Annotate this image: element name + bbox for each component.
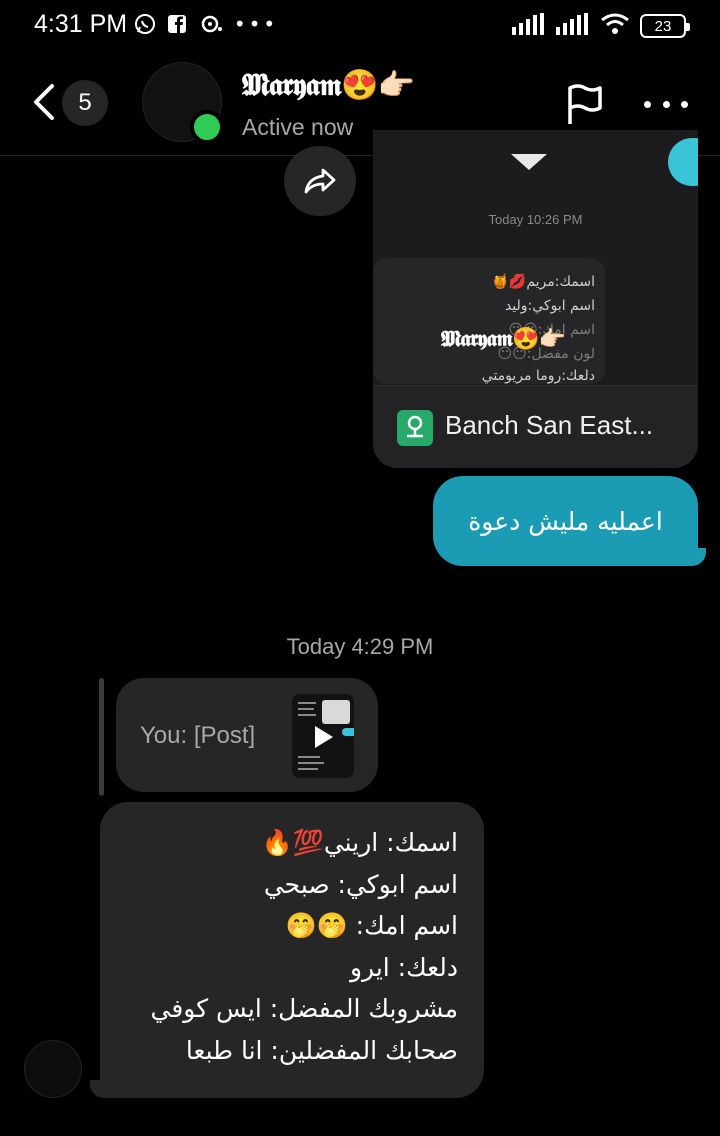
message-line: اسم ابوكي: صبحي <box>263 869 458 899</box>
thumb-line <box>298 756 320 758</box>
back-button[interactable] <box>26 78 66 126</box>
share-forward-icon <box>304 168 336 194</box>
post-location-row[interactable]: Banch San East... <box>373 385 698 468</box>
thumb-teal-mark <box>342 728 354 736</box>
whatsapp-icon <box>132 12 158 36</box>
battery-level: 23 <box>654 17 672 35</box>
more-dots-icon: ••• <box>233 12 279 36</box>
dot <box>662 100 670 108</box>
more-horizontal-icon <box>644 100 651 108</box>
flag-button[interactable] <box>564 82 606 126</box>
sent-message-bubble[interactable]: اعمليه مليش دعوة <box>433 476 698 566</box>
facebook-icon <box>166 12 188 36</box>
thumb-name: 𝕸𝖆𝖗𝖞𝖆𝖒😍👉🏻 <box>441 326 566 352</box>
message-line: دلعك: ايرو <box>349 952 458 982</box>
active-status: Active now <box>242 114 354 140</box>
reply-reference-card[interactable]: You: [Post] <box>116 678 378 792</box>
chevron-left-icon <box>34 84 54 120</box>
play-marker <box>511 154 547 170</box>
reply-reference-text: You: [Post] <box>140 722 256 749</box>
teal-badge <box>668 138 698 186</box>
received-message-bubble[interactable]: اسمك: اريني💯🔥 اسم ابوكي: صبحي اسم امك: 🤭… <box>100 802 484 1098</box>
reply-post-thumbnail <box>292 694 354 778</box>
signal-icon <box>512 13 546 39</box>
message-line: صحابك المفضلين: انا طبعا <box>185 1035 458 1065</box>
battery-icon: 23 <box>640 14 690 38</box>
location-label: Banch San East... <box>445 410 654 440</box>
unread-count-badge[interactable]: 5 <box>62 80 108 126</box>
flag-icon <box>568 84 602 124</box>
active-indicator <box>190 110 224 144</box>
reply-indicator-bar <box>99 678 104 796</box>
more-options-button[interactable] <box>644 84 688 124</box>
forward-button[interactable] <box>284 146 356 216</box>
post-thumbnail[interactable]: اسمك:مريم💋🍯 اسم ابوكي:وليد اسم امك:😶😶 لو… <box>373 258 605 384</box>
sender-avatar[interactable] <box>24 1040 82 1098</box>
thumb-line <box>298 762 324 764</box>
message-line: اسمك: اريني💯🔥 <box>261 828 458 857</box>
status-time: 4:31 PM <box>34 10 128 38</box>
received-message-text: اسمك: اريني💯🔥 اسم ابوكي: صبحي اسم امك: 🤭… <box>150 822 458 1071</box>
shared-post-card[interactable]: Today 10:26 PM اسمك:مريم💋🍯 اسم ابوكي:ولي… <box>373 130 698 468</box>
dot <box>681 100 688 108</box>
message-timestamp: Today 4:29 PM <box>286 634 434 659</box>
message-line: مشروبك المفضل: ايس كوفي <box>150 994 458 1023</box>
thumb-line <box>298 768 318 770</box>
contact-name[interactable]: 𝕸𝖆𝖗𝖞𝖆𝖒😍👉🏻 <box>242 68 415 103</box>
play-icon <box>315 726 333 748</box>
thumb-line <box>298 708 314 710</box>
status-bar: 4:31 PM ••• 23 <box>0 0 720 54</box>
status-right-group: 23 <box>512 12 690 40</box>
thumb-line <box>298 714 316 716</box>
signal-icon <box>556 13 590 39</box>
map-pin-icon <box>397 410 433 446</box>
thumb-line <box>298 702 316 704</box>
received-bubble-tail <box>90 1080 112 1098</box>
post-timestamp: Today 10:26 PM <box>488 212 583 227</box>
thumb-line: اسمك:مريم💋🍯 <box>491 274 595 290</box>
thumb-line: اسم ابوكي:وليد <box>504 298 595 314</box>
unread-count: 5 <box>78 89 92 116</box>
sent-bubble-tail <box>686 548 706 566</box>
message-line: اسم امك: 🤭🤭 <box>285 911 458 940</box>
thumb-block <box>322 700 350 724</box>
thumb-line: دلعك:روما مريومتي <box>481 368 595 384</box>
sent-message-text: اعمليه مليش دعوة <box>468 506 663 536</box>
notification-icon <box>198 12 224 36</box>
wifi-icon <box>600 13 630 39</box>
